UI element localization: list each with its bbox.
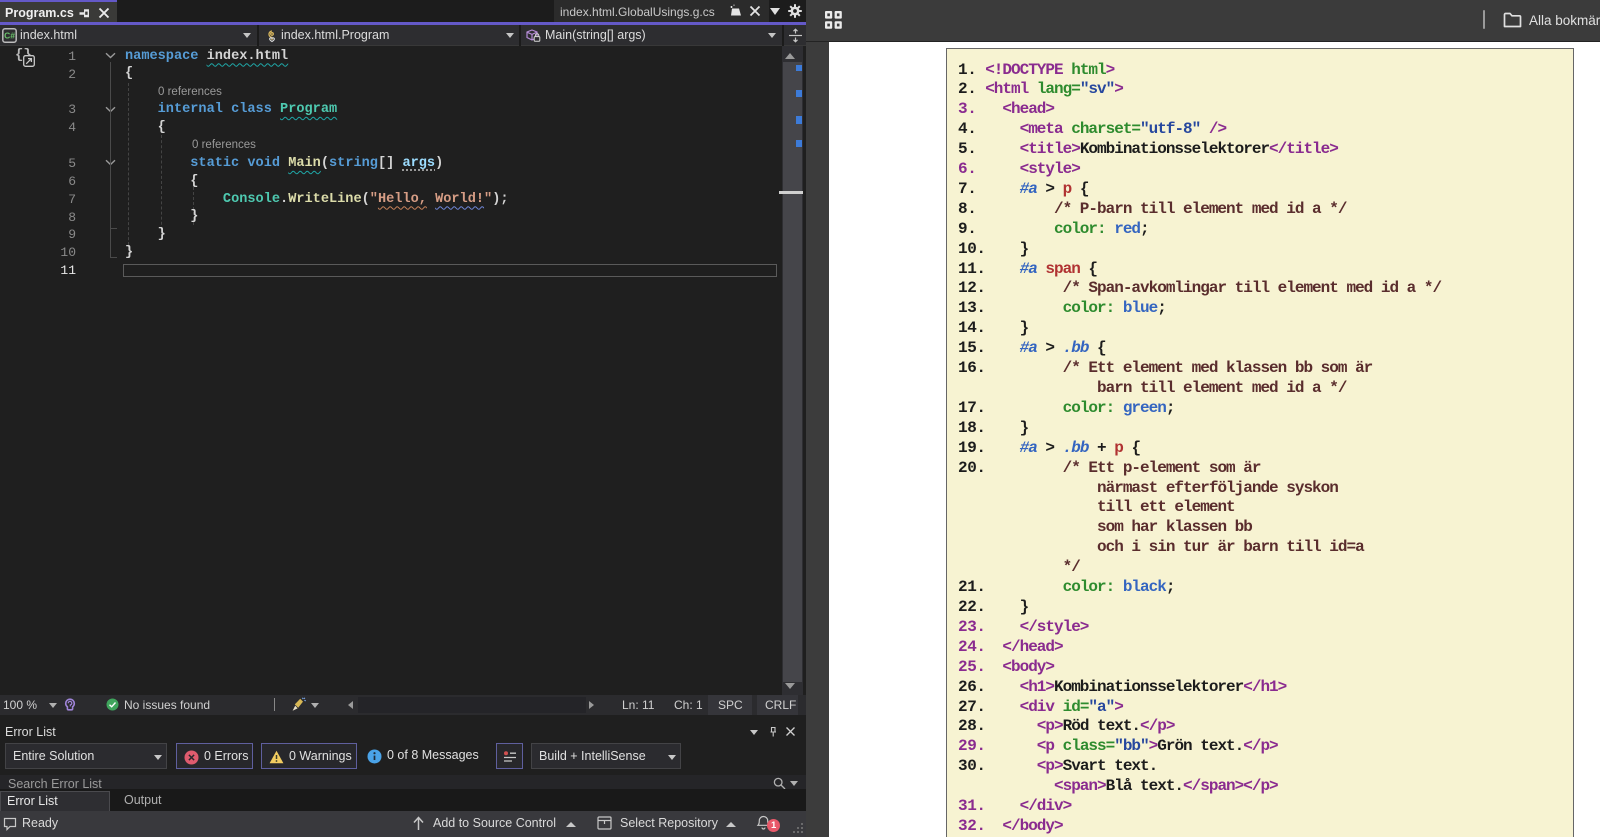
svg-text:C#: C#	[4, 31, 15, 41]
